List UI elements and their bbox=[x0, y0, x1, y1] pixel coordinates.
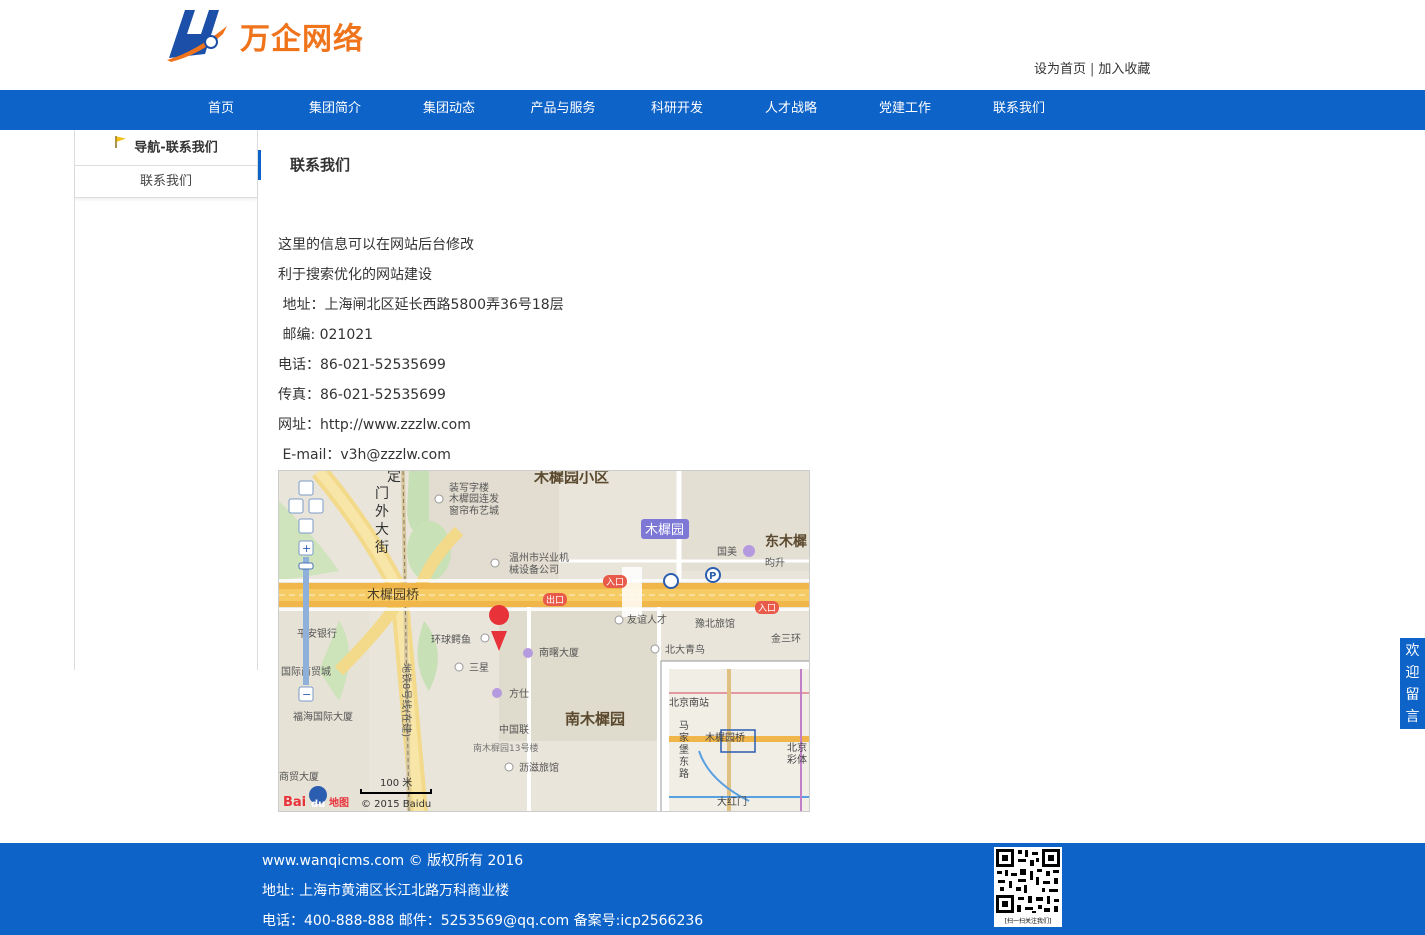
baidu-map[interactable]: 木樨园小区 装写字楼 木樨园连发 窗帘布艺城 温州市兴业机 械设备公司 木樨园 … bbox=[278, 470, 810, 812]
info-line-phone: 电话：86-021-52535699 bbox=[278, 357, 446, 373]
map-label-road-v2: 门 bbox=[375, 486, 389, 502]
sidebar-title: 导航-联系我们 bbox=[75, 130, 257, 166]
info-line-postcode: 邮编: 021021 bbox=[278, 327, 374, 343]
map-label-beidaqing: 北大青鸟 bbox=[665, 643, 705, 656]
map-label-lianfa: 木樨园连发 bbox=[449, 492, 499, 505]
map-label-road-v4: 大 bbox=[375, 522, 389, 538]
baidu-logo-text-1: Bai bbox=[283, 795, 306, 810]
map-label-entrance-2: 入口 bbox=[758, 603, 776, 614]
map-label-road-v5: 街 bbox=[375, 540, 389, 556]
nav-item-news[interactable]: 集团动态 bbox=[399, 90, 499, 130]
overview-label-beijing: 北京 bbox=[787, 741, 807, 754]
info-line-email: E-mail：v3h@zzzlw.com bbox=[278, 447, 451, 463]
nav-item-about[interactable]: 集团简介 bbox=[285, 90, 385, 130]
nav-item-research[interactable]: 科研开发 bbox=[627, 90, 727, 130]
svg-text:−: − bbox=[302, 688, 311, 701]
baidu-logo-text-3: 地图 bbox=[329, 796, 349, 809]
map-label-entrance-1: 入口 bbox=[606, 577, 624, 588]
logo-text: 万企网络 bbox=[240, 22, 364, 57]
add-favorite-link[interactable]: 加入收藏 bbox=[1098, 62, 1150, 77]
msg-char-3: 留 bbox=[1405, 687, 1420, 703]
footer-copyright: www.wanqicms.com © 版权所有 2016 bbox=[262, 853, 524, 869]
info-line-editable: 这里的信息可以在网站后台修改 bbox=[278, 237, 474, 253]
map-label-lilv: 沥滋旅馆 bbox=[519, 761, 559, 774]
map-label-jiongsheng: 昀升 bbox=[765, 556, 785, 569]
map-label-road-v3: 外 bbox=[375, 504, 389, 520]
map-label-metro: 地铁8号线(在建) bbox=[400, 663, 413, 737]
svg-text:+: + bbox=[302, 542, 311, 555]
info-line-fax: 传真：86-021-52535699 bbox=[278, 387, 446, 403]
flag-icon bbox=[114, 128, 128, 164]
map-label-jixie: 械设备公司 bbox=[509, 563, 559, 576]
logo-mark-icon bbox=[167, 10, 227, 62]
map-label-yubei: 豫北旅馆 bbox=[695, 617, 735, 630]
sidebar: 导航-联系我们 联系我们 bbox=[74, 130, 258, 670]
leave-message-tab[interactable]: 欢 迎 留 言 bbox=[1400, 638, 1425, 729]
svg-text:P: P bbox=[709, 571, 716, 582]
info-line-address: 地址：上海闸北区延长西路5800弄36号18层 bbox=[278, 297, 564, 313]
map-label-shangmao: 商贸大厦 bbox=[279, 770, 319, 783]
map-label-nanmuxiyuan: 南木樨园 bbox=[565, 710, 625, 728]
sidebar-title-text: 导航-联系我们 bbox=[134, 140, 218, 156]
map-label-bufen: 窗帘布艺城 bbox=[449, 504, 499, 517]
map-label-dongmuxi: 东木樨 bbox=[765, 533, 807, 550]
nav-item-talent[interactable]: 人才战略 bbox=[741, 90, 841, 130]
nav-item-products[interactable]: 产品与服务 bbox=[513, 90, 613, 130]
footer-address: 地址: 上海市黄浦区长江北路万科商业楼 bbox=[262, 883, 510, 899]
qr-caption: [扫一扫关注我们] bbox=[1005, 917, 1052, 925]
info-line-seo: 利于搜索优化的网站建设 bbox=[278, 267, 432, 283]
msg-char-2: 迎 bbox=[1405, 665, 1420, 681]
set-homepage-link[interactable]: 设为首页 bbox=[1034, 62, 1086, 77]
sidebar-item-contact[interactable]: 联系我们 bbox=[75, 167, 257, 198]
map-label-jinsan: 金三环 bbox=[771, 632, 801, 645]
map-label-muxiyuan-xiaoqu: 木樨园小区 bbox=[533, 471, 609, 486]
header: 万企网络 设为首页 | 加入收藏 bbox=[0, 0, 1425, 90]
top-links: 设为首页 | 加入收藏 bbox=[1034, 58, 1150, 77]
map-label-zhongguolian: 中国联 bbox=[499, 723, 529, 736]
msg-char-1: 欢 bbox=[1405, 643, 1420, 659]
qr-code-icon: [扫一扫关注我们] bbox=[994, 847, 1062, 927]
footer-contact: 电话：400-888-888 邮件：5253569@qq.com 备案号:icp… bbox=[262, 913, 704, 929]
map-label-road: 木樨园桥 bbox=[367, 588, 419, 603]
map-label-fuhai: 福海国际大厦 bbox=[293, 710, 353, 723]
main-nav: 首页 集团简介 集团动态 产品与服务 科研开发 人才战略 党建工作 联系我们 bbox=[0, 90, 1425, 130]
map-label-fangshi: 方仕 bbox=[509, 687, 529, 700]
overview-label-caiti: 彩体 bbox=[787, 754, 807, 766]
overview-label-majiabao: 马家堡东路 bbox=[679, 720, 689, 780]
info-line-website: 网址：http://www.zzzlw.com bbox=[278, 417, 471, 433]
map-label-wenzhou: 温州市兴业机 bbox=[509, 551, 569, 564]
msg-char-4: 言 bbox=[1405, 709, 1420, 725]
map-label-youyi: 友谊人才 bbox=[627, 613, 667, 626]
map-label-muxiyuan-station: 木樨园 bbox=[645, 523, 684, 538]
link-separator: | bbox=[1090, 62, 1095, 77]
overview-label-muxiyuanqiao: 木樨园桥 bbox=[705, 731, 745, 744]
nav-item-party[interactable]: 党建工作 bbox=[855, 90, 955, 130]
page-title: 联系我们 bbox=[258, 150, 350, 180]
overview-label-dahongmen: 大红门 bbox=[717, 795, 747, 808]
nav-item-home[interactable]: 首页 bbox=[171, 90, 271, 130]
map-label-huanqiu: 环球鳄鱼 bbox=[431, 633, 471, 646]
baidu-logo-text-2: du bbox=[311, 799, 325, 810]
map-copyright: © 2015 Baidu bbox=[361, 799, 431, 810]
map-label-zhuangxie: 装写字楼 bbox=[449, 481, 489, 494]
map-label-guomei: 国美 bbox=[717, 545, 737, 558]
map-scale-label: 100 米 bbox=[380, 776, 412, 789]
nav-item-contact[interactable]: 联系我们 bbox=[969, 90, 1069, 130]
footer: www.wanqicms.com © 版权所有 2016 地址: 上海市黄浦区长… bbox=[0, 843, 1425, 935]
map-label-road-v1: 定 bbox=[387, 471, 401, 485]
map-label-nanshu: 南曙大厦 bbox=[539, 646, 579, 659]
map-label-nan13: 南木樨园13号楼 bbox=[473, 742, 538, 754]
map-label-sanxing: 三星 bbox=[469, 662, 489, 674]
map-label-exit: 出口 bbox=[546, 594, 564, 606]
contact-info: 这里的信息可以在网站后台修改 利于搜索优化的网站建设 地址：上海闸北区延长西路5… bbox=[278, 230, 564, 470]
overview-label-beijingnan: 北京南站 bbox=[669, 696, 709, 709]
